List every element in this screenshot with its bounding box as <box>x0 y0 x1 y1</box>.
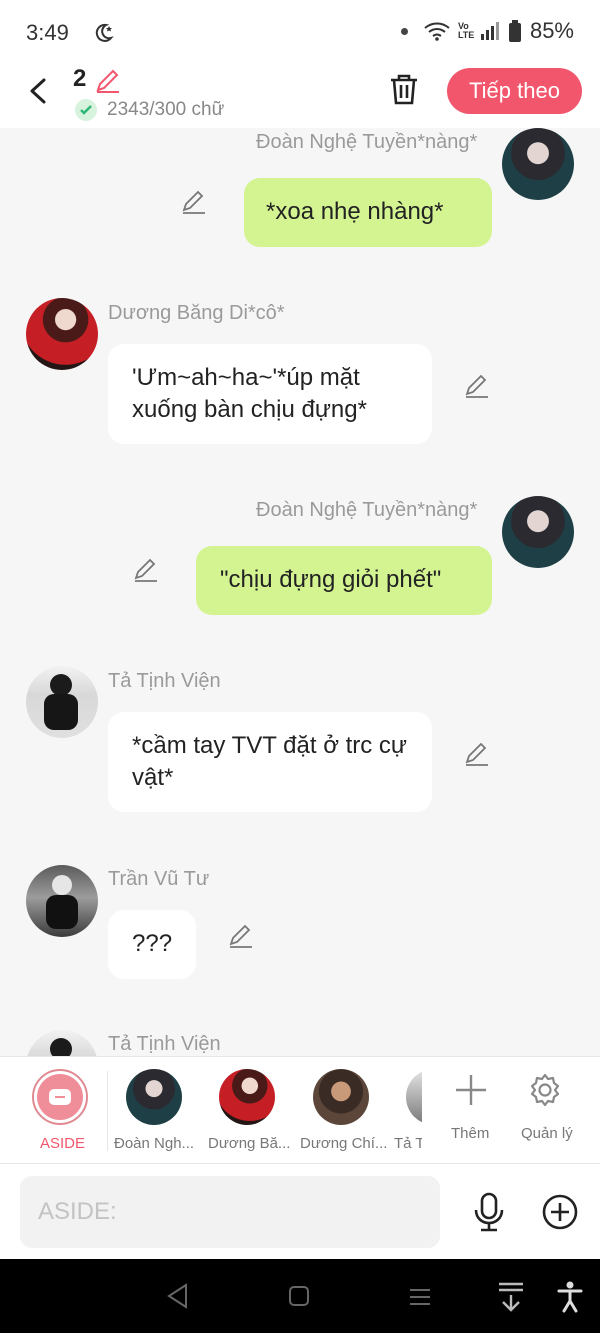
avatar[interactable] <box>26 666 98 738</box>
chat-area[interactable]: Đoàn Nghệ Tuyền*nàng* *xoa nhẹ nhàng* Dư… <box>0 128 600 1056</box>
message-bubble[interactable]: "chịu đựng giỏi phết" <box>196 546 492 615</box>
aside-label: ASIDE <box>40 1135 86 1152</box>
message-bubble[interactable]: *xoa nhẹ nhàng* <box>244 178 492 247</box>
add-character-label[interactable]: Thêm <box>451 1125 489 1142</box>
nav-home-icon[interactable] <box>288 1285 310 1307</box>
message-bubble[interactable]: ??? <box>108 910 196 979</box>
plus-icon[interactable] <box>454 1073 488 1107</box>
edit-message-icon[interactable] <box>463 372 491 400</box>
aside-button[interactable] <box>32 1069 88 1125</box>
notification-dot <box>400 27 408 35</box>
signal-icon <box>480 22 499 40</box>
cast-avatar[interactable] <box>313 1069 369 1125</box>
nav-back-icon[interactable] <box>166 1283 190 1309</box>
volte-indicator: Vo LTE <box>457 21 475 40</box>
clock: 3:49 <box>26 20 69 45</box>
nav-recent-icon[interactable] <box>408 1287 432 1307</box>
cast-avatar-partial[interactable] <box>406 1069 422 1125</box>
cast-avatar[interactable] <box>126 1069 182 1125</box>
next-button[interactable]: Tiếp theo <box>447 68 582 114</box>
episode-count: 2 <box>73 65 87 92</box>
plus-circle-icon[interactable] <box>542 1194 578 1230</box>
editor-header: 2 2343/300 chữ Tiếp theo <box>0 64 600 128</box>
cast-name-clip: Tả T <box>394 1135 422 1153</box>
battery-icon <box>508 20 521 42</box>
back-icon[interactable] <box>22 74 56 108</box>
battery-level: 85% <box>529 18 574 43</box>
avatar[interactable] <box>502 128 574 200</box>
character-selector: ASIDE Đoàn Ngh... Dương Bă... Dương Chí.… <box>0 1056 600 1164</box>
collapse-keyboard-icon[interactable] <box>497 1281 525 1313</box>
avatar[interactable] <box>26 298 98 370</box>
manage-label[interactable]: Quản lý <box>521 1125 573 1142</box>
divider <box>107 1071 108 1151</box>
message-input[interactable] <box>20 1176 440 1248</box>
do-not-disturb-icon <box>95 23 114 42</box>
wifi-icon <box>424 22 450 41</box>
status-bar: 3:49 Vo LTE 85% <box>0 0 600 64</box>
edit-message-icon[interactable] <box>180 188 208 216</box>
cast-name: Dương Bă... <box>208 1135 291 1152</box>
sender-name: Dương Băng Di*cô* <box>108 302 285 324</box>
sender-name: Tả Tịnh Viện <box>108 1033 221 1055</box>
edit-message-icon[interactable] <box>463 740 491 768</box>
avatar[interactable] <box>26 1030 98 1056</box>
sender-name: Đoàn Nghệ Tuyền*nàng* <box>256 131 478 153</box>
check-icon <box>75 99 97 121</box>
system-nav-bar <box>0 1259 600 1333</box>
avatar[interactable] <box>26 865 98 937</box>
sender-name: Đoàn Nghệ Tuyền*nàng* <box>256 499 478 521</box>
cast-avatar[interactable] <box>219 1069 275 1125</box>
edit-message-icon[interactable] <box>132 556 160 584</box>
accessibility-icon[interactable] <box>557 1281 583 1313</box>
edit-message-icon[interactable] <box>227 922 255 950</box>
pencil-icon[interactable] <box>94 66 122 94</box>
cast-name: Tả T <box>394 1135 422 1152</box>
trash-icon[interactable] <box>388 72 420 106</box>
mic-icon[interactable] <box>472 1192 506 1232</box>
gear-icon[interactable] <box>527 1072 563 1108</box>
message-bubble[interactable]: 'Ưm~ah~ha~'*úp mặt xuống bàn chịu đựng* <box>108 344 432 444</box>
aside-icon <box>37 1074 83 1120</box>
cast-name: Đoàn Ngh... <box>114 1135 195 1152</box>
avatar[interactable] <box>502 496 574 568</box>
sender-name: Trần Vũ Tư <box>108 868 210 890</box>
word-counter: 2343/300 chữ <box>107 99 225 120</box>
message-bubble[interactable]: *cầm tay TVT đặt ở trc cự vật* <box>108 712 432 812</box>
cast-name: Dương Chí... <box>300 1135 388 1152</box>
sender-name: Tả Tịnh Viện <box>108 670 221 692</box>
composer <box>0 1164 600 1259</box>
